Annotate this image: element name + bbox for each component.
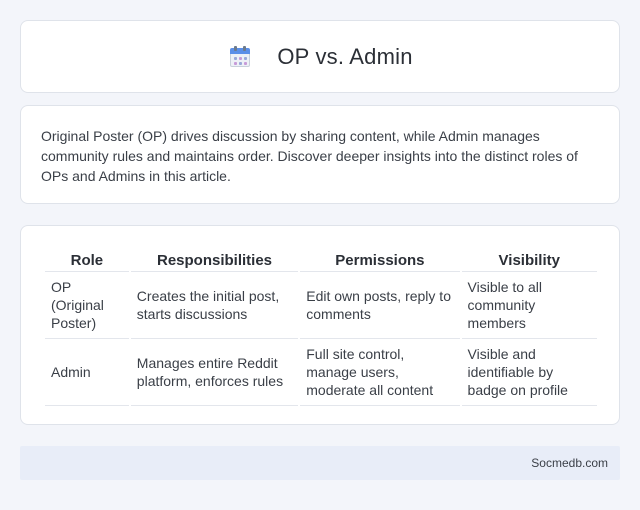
intro-text: Original Poster (OP) drives discussion b… — [41, 128, 578, 184]
title-wrap: OP vs. Admin — [227, 44, 412, 70]
title-card: OP vs. Admin — [20, 20, 620, 93]
header-responsibilities: Responsibilities — [130, 246, 299, 272]
cell-permissions: Edit own posts, reply to comments — [300, 272, 460, 339]
cell-role: OP (Original Poster) — [45, 272, 129, 339]
header-permissions: Permissions — [300, 246, 460, 272]
calendar-icon — [227, 44, 253, 70]
footer: Socmedb.com — [20, 446, 620, 480]
table-row: Admin Manages entire Reddit platform, en… — [45, 339, 597, 406]
cell-visibility: Visible to all community members — [461, 272, 597, 339]
table-card: Role Responsibilities Permissions Visibi… — [20, 225, 620, 425]
header-role: Role — [45, 246, 129, 272]
table-header-row: Role Responsibilities Permissions Visibi… — [45, 246, 597, 272]
footer-site-link[interactable]: Socmedb.com — [531, 456, 608, 470]
cell-permissions: Full site control, manage users, moderat… — [300, 339, 460, 406]
page-title: OP vs. Admin — [277, 43, 413, 69]
header-visibility: Visibility — [461, 246, 597, 272]
intro-card: Original Poster (OP) drives discussion b… — [20, 105, 620, 204]
cell-role: Admin — [45, 339, 129, 406]
cell-responsibilities: Manages entire Reddit platform, enforces… — [130, 339, 299, 406]
cell-responsibilities: Creates the initial post, starts discuss… — [130, 272, 299, 339]
cell-visibility: Visible and identifiable by badge on pro… — [461, 339, 597, 406]
comparison-table: Role Responsibilities Permissions Visibi… — [43, 246, 599, 406]
table-row: OP (Original Poster) Creates the initial… — [45, 272, 597, 339]
